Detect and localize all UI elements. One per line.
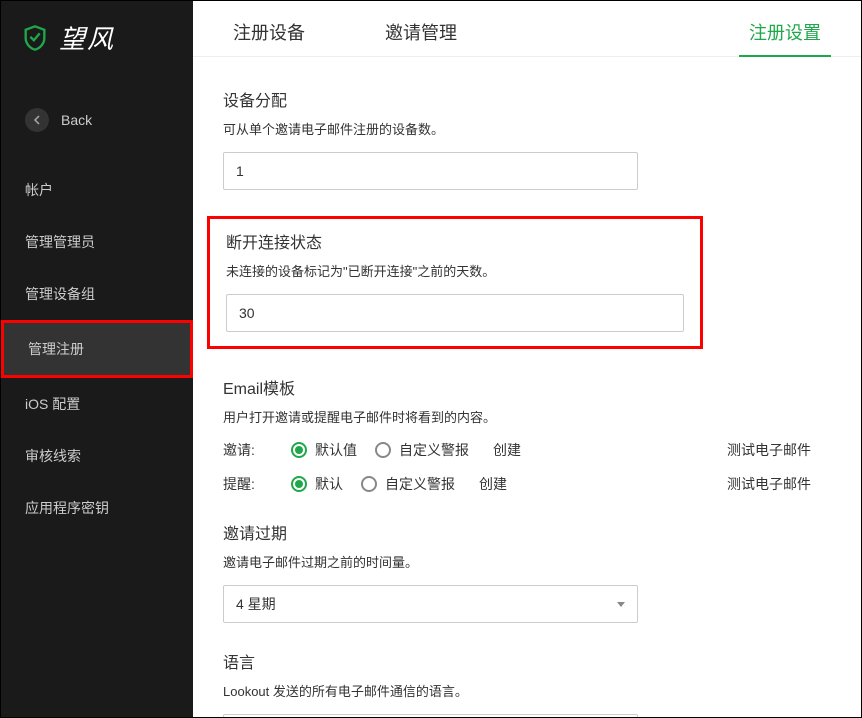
tab-bar: 注册设备 邀请管理 注册设置 [193,1,861,57]
section-title: 断开连接状态 [226,229,684,253]
sidebar-item-manage-admins[interactable]: 管理管理员 [1,216,193,268]
section-title: 设备分配 [223,87,821,111]
section-device-allocation: 设备分配 可从单个邀请电子邮件注册的设备数。 [223,87,821,190]
section-desc: Lookout 发送的所有电子邮件通信的语言。 [223,681,821,700]
invite-default-radio[interactable]: 默认值 [291,440,357,460]
tab-enrollment-settings[interactable]: 注册设置 [739,19,831,57]
shield-icon [21,24,49,52]
create-link[interactable]: 创建 [493,440,521,460]
invite-template-row: 邀请: 默认值 自定义警报 创建 测试电子邮件 [223,440,821,460]
section-title: Email模板 [223,375,821,399]
section-invite-expiry: 邀请过期 邀请电子邮件过期之前的时间量。 4 星期 [223,520,821,623]
section-title: 语言 [223,649,821,673]
sidebar-item-account[interactable]: 帐户 [1,164,193,216]
test-email-link[interactable]: 测试电子邮件 [727,440,811,460]
radio-icon [291,476,307,492]
section-title: 邀请过期 [223,520,821,544]
invite-custom-radio[interactable]: 自定义警报 [375,440,469,460]
app-name: 望风 [59,19,115,56]
tab-enroll-devices[interactable]: 注册设备 [223,19,315,57]
sidebar-item-app-keys[interactable]: 应用程序密钥 [1,482,193,534]
invite-expiry-select[interactable]: 4 星期 [223,585,638,623]
remind-default-radio[interactable]: 默认 [291,474,343,494]
invite-label: 邀请: [223,440,273,460]
create-link[interactable]: 创建 [479,474,507,494]
back-label: Back [61,112,92,128]
section-desc: 邀请电子邮件过期之前的时间量。 [223,552,821,571]
sidebar-item-manage-enrollment[interactable]: 管理注册 [1,320,193,378]
sidebar-item-ios-config[interactable]: iOS 配置 [1,378,193,430]
tab-invite-management[interactable]: 邀请管理 [375,19,467,57]
sidebar: 望风 Back 帐户 管理管理员 管理设备组 管理注册 iOS 配置 [1,1,193,717]
radio-icon [291,442,307,458]
remind-template-row: 提醒: 默认 自定义警报 创建 测试电子邮件 [223,474,821,494]
remind-custom-radio[interactable]: 自定义警报 [361,474,455,494]
radio-icon [361,476,377,492]
language-select[interactable]: 英语 [223,714,638,717]
back-button[interactable]: Back [1,94,193,146]
chevron-down-icon [617,602,625,607]
main-content: 注册设备 邀请管理 注册设置 设备分配 可从单个邀请电子邮件注册的设备数。 断开… [193,1,861,717]
remind-label: 提醒: [223,474,273,494]
radio-icon [375,442,391,458]
test-email-link[interactable]: 测试电子邮件 [727,474,811,494]
section-language: 语言 Lookout 发送的所有电子邮件通信的语言。 英语 [223,649,821,717]
sidebar-item-manage-device-groups[interactable]: 管理设备组 [1,268,193,320]
section-desc: 可从单个邀请电子邮件注册的设备数。 [223,119,821,138]
device-allocation-input[interactable] [223,152,638,190]
logo-area: 望风 [1,1,193,76]
section-desc: 用户打开邀请或提醒电子邮件时将看到的内容。 [223,407,821,426]
section-email-template: Email模板 用户打开邀请或提醒电子邮件时将看到的内容。 邀请: 默认值 自定… [223,375,821,494]
back-chevron-icon [25,108,49,132]
section-desc: 未连接的设备标记为"已断开连接"之前的天数。 [226,261,684,280]
sidebar-item-audit-trail[interactable]: 审核线索 [1,430,193,482]
disconnect-days-input[interactable] [226,294,684,332]
section-disconnect-state: 断开连接状态 未连接的设备标记为"已断开连接"之前的天数。 [223,216,821,349]
